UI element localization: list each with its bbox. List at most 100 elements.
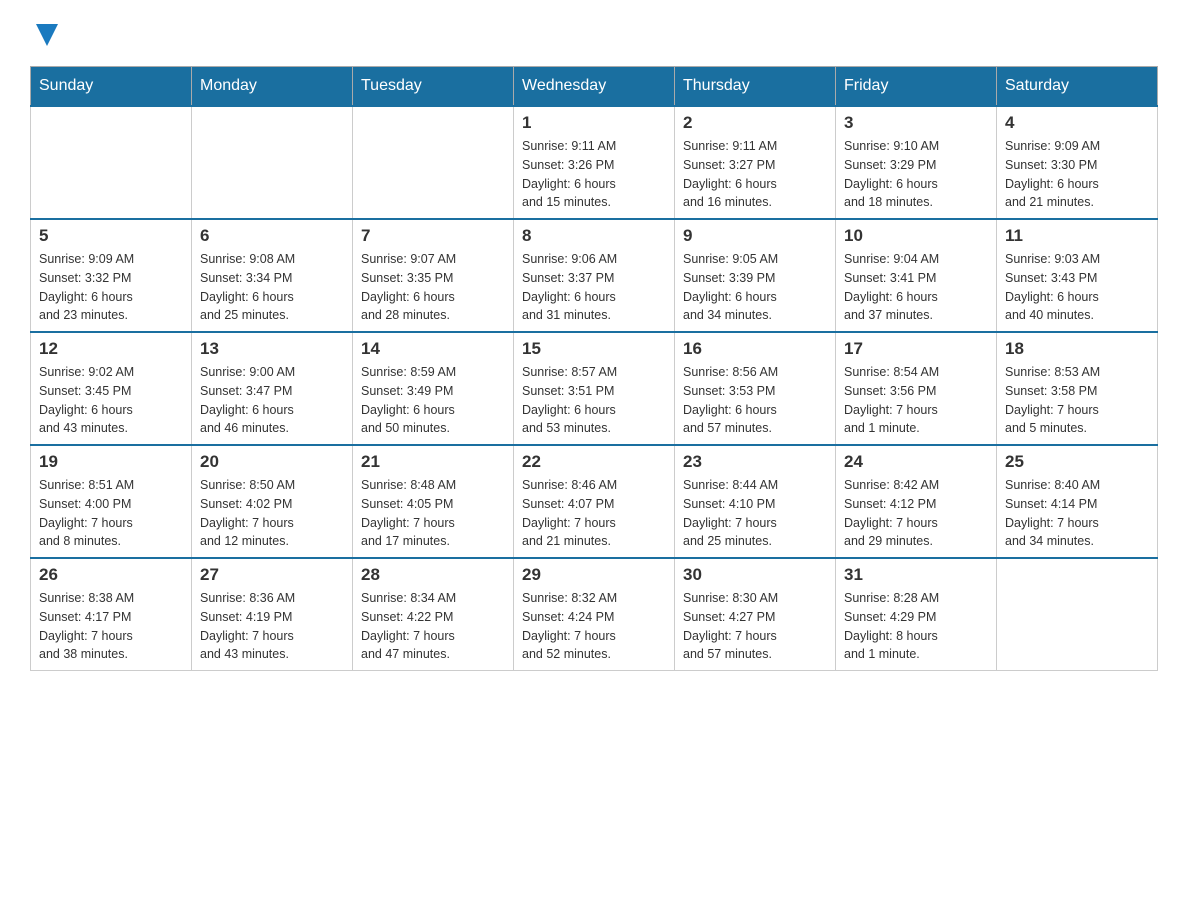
- calendar-table: SundayMondayTuesdayWednesdayThursdayFrid…: [30, 66, 1158, 671]
- week-row-2: 5Sunrise: 9:09 AMSunset: 3:32 PMDaylight…: [31, 219, 1158, 332]
- day-info: Sunrise: 8:30 AMSunset: 4:27 PMDaylight:…: [683, 589, 827, 664]
- calendar-cell: 16Sunrise: 8:56 AMSunset: 3:53 PMDayligh…: [675, 332, 836, 445]
- calendar-cell: 13Sunrise: 9:00 AMSunset: 3:47 PMDayligh…: [192, 332, 353, 445]
- day-info: Sunrise: 8:34 AMSunset: 4:22 PMDaylight:…: [361, 589, 505, 664]
- day-number: 24: [844, 452, 988, 472]
- day-info: Sunrise: 8:42 AMSunset: 4:12 PMDaylight:…: [844, 476, 988, 551]
- calendar-cell: 11 Sunrise: 9:03 AMSunset: 3:43 PMDayligh…: [997, 219, 1158, 332]
- day-number: 30: [683, 565, 827, 585]
- day-info: Sunrise: 9:07 AMSunset: 3:35 PMDaylight:…: [361, 250, 505, 325]
- header-row: SundayMondayTuesdayWednesdayThursdayFrid…: [31, 67, 1158, 107]
- calendar-cell: 23 Sunrise: 8:44 AMSunset: 4:10 PMDayligh…: [675, 445, 836, 558]
- calendar-cell: 18Sunrise: 8:53 AMSunset: 3:58 PMDayligh…: [997, 332, 1158, 445]
- calendar-cell: 25Sunrise: 8:40 AMSunset: 4:14 PMDayligh…: [997, 445, 1158, 558]
- day-info: Sunrise: 8:56 AMSunset: 3:53 PMDaylight:…: [683, 363, 827, 438]
- header-friday: Friday: [836, 67, 997, 107]
- calendar-cell: 29 Sunrise: 8:32 AMSunset: 4:24 PMDayligh…: [514, 558, 675, 671]
- header-monday: Monday: [192, 67, 353, 107]
- calendar-cell: 21 Sunrise: 8:48 AMSunset: 4:05 PMDayligh…: [353, 445, 514, 558]
- day-info: Sunrise: 9:02 AMSunset: 3:45 PMDaylight:…: [39, 363, 183, 438]
- calendar-cell: [353, 106, 514, 219]
- day-number: 5: [39, 226, 183, 246]
- day-number: 14: [361, 339, 505, 359]
- calendar-cell: [192, 106, 353, 219]
- day-number: 8: [522, 226, 666, 246]
- calendar-header: SundayMondayTuesdayWednesdayThursdayFrid…: [31, 67, 1158, 107]
- calendar-cell: 9 Sunrise: 9:05 AMSunset: 3:39 PMDaylight…: [675, 219, 836, 332]
- calendar-cell: 24 Sunrise: 8:42 AMSunset: 4:12 PMDayligh…: [836, 445, 997, 558]
- calendar-cell: 7 Sunrise: 9:07 AMSunset: 3:35 PMDaylight…: [353, 219, 514, 332]
- calendar-cell: 2 Sunrise: 9:11 AMSunset: 3:27 PMDaylight…: [675, 106, 836, 219]
- day-number: 3: [844, 113, 988, 133]
- day-info: Sunrise: 8:28 AMSunset: 4:29 PMDaylight:…: [844, 589, 988, 664]
- day-info: Sunrise: 8:54 AMSunset: 3:56 PMDaylight:…: [844, 363, 988, 438]
- calendar-body: 1 Sunrise: 9:11 AMSunset: 3:26 PMDaylight…: [31, 106, 1158, 671]
- day-number: 20: [200, 452, 344, 472]
- day-number: 21: [361, 452, 505, 472]
- calendar-cell: 26 Sunrise: 8:38 AMSunset: 4:17 PMDayligh…: [31, 558, 192, 671]
- calendar-cell: 30 Sunrise: 8:30 AMSunset: 4:27 PMDayligh…: [675, 558, 836, 671]
- day-number: 10: [844, 226, 988, 246]
- day-info: Sunrise: 8:59 AMSunset: 3:49 PMDaylight:…: [361, 363, 505, 438]
- week-row-5: 26 Sunrise: 8:38 AMSunset: 4:17 PMDayligh…: [31, 558, 1158, 671]
- day-info: Sunrise: 8:46 AMSunset: 4:07 PMDaylight:…: [522, 476, 666, 551]
- header-wednesday: Wednesday: [514, 67, 675, 107]
- day-number: 13: [200, 339, 344, 359]
- day-number: 15: [522, 339, 666, 359]
- day-info: Sunrise: 9:06 AMSunset: 3:37 PMDaylight:…: [522, 250, 666, 325]
- week-row-1: 1 Sunrise: 9:11 AMSunset: 3:26 PMDaylight…: [31, 106, 1158, 219]
- day-info: Sunrise: 9:08 AMSunset: 3:34 PMDaylight:…: [200, 250, 344, 325]
- day-info: Sunrise: 9:11 AMSunset: 3:27 PMDaylight:…: [683, 137, 827, 212]
- day-number: 2: [683, 113, 827, 133]
- calendar-cell: 31 Sunrise: 8:28 AMSunset: 4:29 PMDayligh…: [836, 558, 997, 671]
- day-info: Sunrise: 8:32 AMSunset: 4:24 PMDaylight:…: [522, 589, 666, 664]
- calendar-cell: 3Sunrise: 9:10 AMSunset: 3:29 PMDaylight…: [836, 106, 997, 219]
- day-info: Sunrise: 9:11 AMSunset: 3:26 PMDaylight:…: [522, 137, 666, 212]
- calendar-cell: 28 Sunrise: 8:34 AMSunset: 4:22 PMDayligh…: [353, 558, 514, 671]
- day-number: 12: [39, 339, 183, 359]
- day-info: Sunrise: 9:05 AMSunset: 3:39 PMDaylight:…: [683, 250, 827, 325]
- calendar-cell: 8 Sunrise: 9:06 AMSunset: 3:37 PMDaylight…: [514, 219, 675, 332]
- calendar-cell: 20 Sunrise: 8:50 AMSunset: 4:02 PMDayligh…: [192, 445, 353, 558]
- week-row-4: 19 Sunrise: 8:51 AMSunset: 4:00 PMDayligh…: [31, 445, 1158, 558]
- day-info: Sunrise: 9:04 AMSunset: 3:41 PMDaylight:…: [844, 250, 988, 325]
- day-info: Sunrise: 8:50 AMSunset: 4:02 PMDaylight:…: [200, 476, 344, 551]
- day-number: 6: [200, 226, 344, 246]
- day-number: 17: [844, 339, 988, 359]
- day-number: 18: [1005, 339, 1149, 359]
- day-info: Sunrise: 8:51 AMSunset: 4:00 PMDaylight:…: [39, 476, 183, 551]
- calendar-cell: 10 Sunrise: 9:04 AMSunset: 3:41 PMDayligh…: [836, 219, 997, 332]
- day-number: 9: [683, 226, 827, 246]
- calendar-cell: 17 Sunrise: 8:54 AMSunset: 3:56 PMDayligh…: [836, 332, 997, 445]
- day-number: 19: [39, 452, 183, 472]
- day-info: Sunrise: 8:38 AMSunset: 4:17 PMDaylight:…: [39, 589, 183, 664]
- day-number: 27: [200, 565, 344, 585]
- logo: [30, 20, 60, 46]
- logo-icon: [30, 20, 60, 46]
- day-info: Sunrise: 8:44 AMSunset: 4:10 PMDaylight:…: [683, 476, 827, 551]
- header-saturday: Saturday: [997, 67, 1158, 107]
- day-number: 4: [1005, 113, 1149, 133]
- calendar-cell: 22Sunrise: 8:46 AMSunset: 4:07 PMDayligh…: [514, 445, 675, 558]
- day-number: 26: [39, 565, 183, 585]
- calendar-cell: 15Sunrise: 8:57 AMSunset: 3:51 PMDayligh…: [514, 332, 675, 445]
- calendar-cell: 14 Sunrise: 8:59 AMSunset: 3:49 PMDayligh…: [353, 332, 514, 445]
- day-number: 25: [1005, 452, 1149, 472]
- calendar-cell: 6 Sunrise: 9:08 AMSunset: 3:34 PMDaylight…: [192, 219, 353, 332]
- day-info: Sunrise: 9:03 AMSunset: 3:43 PMDaylight:…: [1005, 250, 1149, 325]
- header-thursday: Thursday: [675, 67, 836, 107]
- header-sunday: Sunday: [31, 67, 192, 107]
- day-number: 31: [844, 565, 988, 585]
- calendar-cell: [997, 558, 1158, 671]
- day-number: 29: [522, 565, 666, 585]
- day-number: 11: [1005, 226, 1149, 246]
- day-number: 7: [361, 226, 505, 246]
- day-number: 28: [361, 565, 505, 585]
- calendar-cell: 1 Sunrise: 9:11 AMSunset: 3:26 PMDaylight…: [514, 106, 675, 219]
- day-number: 23: [683, 452, 827, 472]
- logo-triangle-icon: [36, 24, 58, 46]
- day-number: 1: [522, 113, 666, 133]
- calendar-cell: 4Sunrise: 9:09 AMSunset: 3:30 PMDaylight…: [997, 106, 1158, 219]
- calendar-cell: 19 Sunrise: 8:51 AMSunset: 4:00 PMDayligh…: [31, 445, 192, 558]
- day-info: Sunrise: 8:48 AMSunset: 4:05 PMDaylight:…: [361, 476, 505, 551]
